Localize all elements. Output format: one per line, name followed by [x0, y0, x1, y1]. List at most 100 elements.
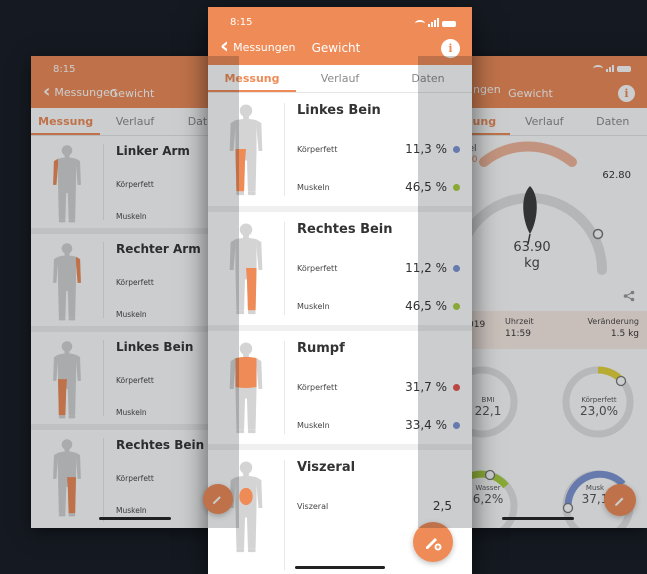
weight-unit: kg	[524, 256, 540, 271]
ring-name: Körperfett	[581, 396, 617, 404]
meta-time: Uhrzeit 11:59	[505, 317, 534, 339]
meta-label: Uhrzeit	[505, 317, 534, 326]
status-dot	[453, 302, 460, 310]
metric-label: Muskeln	[116, 211, 147, 221]
figure-column	[208, 103, 285, 196]
pencil-add-icon	[426, 538, 442, 551]
meta-value: 1.5 kg	[610, 329, 639, 339]
wifi-icon	[415, 20, 425, 27]
signal-icon	[606, 65, 614, 72]
home-indicator	[99, 517, 171, 520]
metric-label: Körperfett	[297, 263, 338, 273]
ring-bmi[interactable]: BMI 22,1	[468, 396, 508, 418]
tab-verlauf[interactable]: Verlauf	[510, 108, 579, 135]
metric-row: Körperfett 31,7 %	[297, 368, 472, 406]
metric-label: Muskeln	[297, 301, 330, 311]
meta-value: 11:59	[505, 329, 531, 339]
status-time: 8:15	[230, 17, 253, 28]
card-title: Linkes Bein	[297, 103, 381, 118]
metric-label: Körperfett	[297, 382, 338, 392]
body-figure-icon	[53, 145, 81, 223]
figure-column	[208, 222, 285, 315]
status-dot	[453, 145, 460, 153]
status-dot	[453, 421, 460, 429]
body-figure-icon	[229, 104, 263, 196]
feather-icon	[523, 186, 537, 245]
metric-label: Muskeln	[297, 420, 330, 430]
card-rechtes-bein[interactable]: Rechtes Bein Körperfett 11,2 % Muskeln 4…	[208, 212, 472, 331]
figure-column	[31, 242, 104, 321]
body-figure-icon	[229, 461, 263, 553]
ring-wasser[interactable]: Wasser 6,2%	[468, 484, 508, 506]
metric-row: Muskeln 33,4 %	[297, 406, 472, 444]
signal-icon	[428, 18, 439, 27]
metric-value: 2,5	[432, 499, 452, 513]
ring-value: 6,2%	[472, 492, 504, 506]
tab-bar: Messung Verlauf Daten	[208, 65, 472, 93]
metric-row: Körperfett 11,2 %	[297, 249, 472, 287]
metric-value: 46,5 %	[405, 180, 447, 194]
figure-column	[31, 144, 104, 223]
center-phone: 8:15 ‹ Messungen Gewicht i Messung Verla…	[208, 7, 472, 574]
wifi-icon	[593, 65, 603, 72]
status-dot	[453, 264, 460, 272]
figure-column	[31, 438, 104, 522]
current-weight: 63.90 kg	[472, 240, 592, 272]
metric-label: Körperfett	[116, 179, 154, 189]
metric-label: Körperfett	[116, 375, 154, 385]
metric-label: Muskeln	[116, 505, 147, 515]
weight-value: 63.90	[513, 240, 551, 255]
status-time: 8:15	[53, 64, 76, 75]
metric-row: Körperfett 11,3 %	[297, 130, 472, 168]
card-title: Rumpf	[297, 341, 345, 356]
metric-value: 46,5 %	[405, 299, 447, 313]
metric-value: 11,2 %	[405, 261, 447, 275]
tab-daten[interactable]: Daten	[579, 108, 647, 135]
card-linkes-bein[interactable]: Linkes Bein Körperfett 11,3 % Muskeln 46…	[208, 93, 472, 212]
metric-value: 11,3 %	[405, 142, 447, 156]
ring-name: BMI	[481, 396, 495, 404]
start-weight: 62.80	[602, 170, 631, 181]
status-bar: 8:15	[208, 7, 472, 33]
tab-verlauf[interactable]: Verlauf	[100, 108, 169, 135]
ring-koerperfett[interactable]: Körperfett 23,0%	[573, 396, 625, 418]
metric-label: Viszeral	[297, 501, 329, 511]
metric-row: Muskeln 46,5 %	[297, 168, 472, 206]
status-dot	[453, 383, 460, 391]
body-figure-icon	[229, 342, 263, 434]
metric-row: Muskeln 46,5 %	[297, 287, 472, 325]
pencil-add-icon	[213, 496, 221, 504]
home-indicator	[502, 517, 574, 520]
card-info: Linkes Bein Körperfett 11,3 % Muskeln 46…	[285, 93, 472, 206]
figure-column	[31, 340, 104, 419]
info-icon[interactable]: i	[618, 85, 635, 102]
ring-name: Wasser	[475, 484, 501, 492]
metric-label: Muskeln	[116, 407, 147, 417]
add-measurement-button[interactable]	[203, 484, 233, 514]
tab-messung[interactable]: Messung	[31, 108, 101, 135]
metric-label: Muskeln	[297, 182, 330, 192]
nav-bar: ‹ Messungen Gewicht i	[208, 33, 472, 65]
card-info: Rumpf Körperfett 31,7 % Muskeln 33,4 %	[285, 331, 472, 444]
info-icon[interactable]: i	[441, 39, 460, 58]
meta-label: Veränderung	[587, 317, 639, 326]
metric-value: 33,4 %	[405, 418, 447, 432]
home-indicator	[295, 566, 385, 569]
tab-verlauf[interactable]: Verlauf	[296, 65, 384, 92]
metric-row: Viszeral 2,5	[297, 487, 472, 525]
tab-daten[interactable]: Daten	[384, 65, 472, 92]
card-info: Rechtes Bein Körperfett 11,2 % Muskeln 4…	[285, 212, 472, 325]
add-measurement-button[interactable]	[413, 522, 453, 562]
status-dot	[453, 183, 460, 191]
card-title: Rechtes Bein	[297, 222, 393, 237]
body-figure-icon	[53, 341, 81, 419]
ring-value: 23,0%	[579, 404, 619, 418]
status-icons	[593, 65, 631, 72]
metric-value: 31,7 %	[405, 380, 447, 394]
add-measurement-button[interactable]	[604, 484, 636, 516]
metric-label: Körperfett	[116, 277, 154, 287]
card-rumpf[interactable]: Rumpf Körperfett 31,7 % Muskeln 33,4 %	[208, 331, 472, 450]
tab-messung[interactable]: Messung	[208, 65, 296, 92]
page-title: Gewicht	[311, 41, 361, 55]
share-icon[interactable]	[623, 290, 635, 302]
